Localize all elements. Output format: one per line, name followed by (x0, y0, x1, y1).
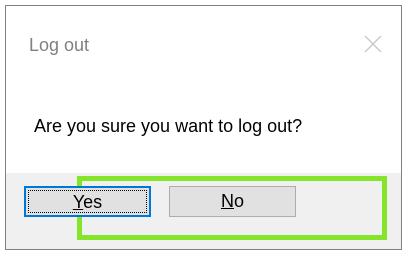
no-button-label: No (221, 187, 244, 216)
button-bar: Yes No (6, 173, 401, 249)
yes-button-label: Yes (73, 189, 102, 216)
close-button[interactable] (359, 30, 387, 58)
confirmation-message: Are you sure you want to log out? (34, 116, 303, 136)
yes-label-rest: es (83, 192, 103, 212)
no-mnemonic: N (220, 191, 234, 211)
logout-dialog: Log out Are you sure you want to log out… (5, 5, 402, 250)
close-icon (364, 35, 382, 53)
yes-button[interactable]: Yes (24, 186, 151, 217)
yes-mnemonic: Y (72, 192, 84, 212)
no-label-rest: o (233, 191, 244, 211)
title-bar: Log out (6, 6, 401, 80)
dialog-content: Are you sure you want to log out? (6, 80, 401, 173)
dialog-title: Log out (29, 35, 90, 55)
no-button[interactable]: No (169, 186, 296, 217)
